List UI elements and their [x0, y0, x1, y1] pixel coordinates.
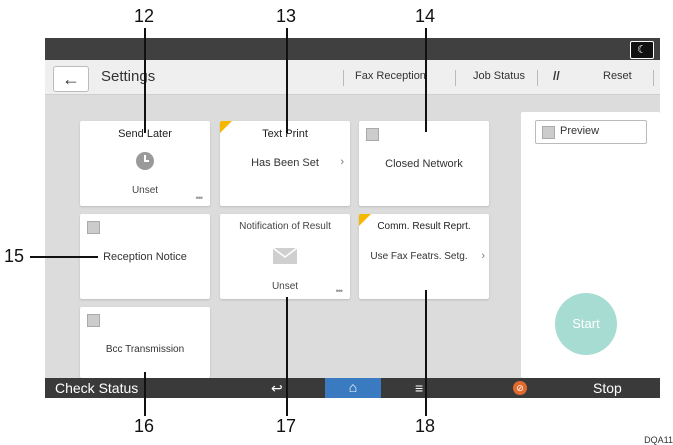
text-print-value: Has Been Set	[251, 157, 319, 169]
preview-panel: Preview Start	[521, 112, 660, 378]
stop-icon: ⊘	[513, 381, 527, 395]
start-button[interactable]: Start	[555, 293, 617, 355]
check-status-button[interactable]: Check Status	[55, 380, 138, 396]
callout-18: 18	[414, 416, 436, 436]
reception-notice-tile[interactable]: Reception Notice	[80, 214, 210, 299]
stop-button[interactable]: Stop	[593, 380, 622, 396]
notification-of-result-title: Notification of Result	[239, 221, 331, 232]
menu-icon[interactable]: ≡	[415, 380, 423, 396]
text-print-title: Text Print	[262, 128, 308, 140]
callout-15: 15	[3, 246, 25, 266]
reception-notice-title: Reception Notice	[103, 251, 187, 263]
reset-button[interactable]: Reset	[603, 70, 632, 82]
envelope-icon	[272, 247, 298, 264]
more-icon: •••	[335, 286, 344, 296]
fax-reception-button[interactable]: Fax Reception	[355, 70, 426, 82]
figure-code: DQA11	[644, 435, 673, 445]
leader-line-13	[286, 28, 288, 133]
bcc-transmission-title: Bcc Transmission	[105, 344, 185, 355]
text-print-tile[interactable]: Text Print Has Been Set ›	[220, 121, 350, 206]
divider	[537, 70, 538, 86]
clock-icon	[136, 152, 154, 170]
callout-12: 12	[133, 6, 155, 26]
leader-line-14	[425, 28, 427, 132]
closed-network-tile[interactable]: Closed Network	[359, 121, 489, 206]
chevron-right-icon: ›	[481, 250, 485, 262]
notification-of-result-value: Unset	[271, 281, 299, 292]
leader-line-16	[144, 372, 146, 416]
night-mode-button[interactable]: ☾	[630, 41, 654, 59]
settings-header: ← Settings Fax Reception Job Status // R…	[45, 60, 660, 95]
divider	[343, 70, 344, 86]
leader-line-12	[144, 28, 146, 133]
bottom-bar: Check Status ↩ ⌂ ≡ ⊘ Stop	[45, 378, 660, 398]
callout-13: 13	[275, 6, 297, 26]
send-later-value: Unset	[131, 185, 159, 196]
home-icon: ⌂	[348, 379, 358, 395]
preview-label: Preview	[560, 125, 600, 137]
send-later-tile[interactable]: Send Later Unset •••	[80, 121, 210, 206]
leader-line-17	[286, 297, 288, 416]
page-title: Settings	[101, 68, 156, 85]
moon-icon: ☾	[637, 44, 647, 56]
bcc-transmission-tile[interactable]: Bcc Transmission	[80, 307, 210, 378]
back-button[interactable]: ←	[53, 66, 89, 92]
start-label: Start	[572, 316, 600, 331]
bcc-transmission-checkbox[interactable]	[87, 314, 100, 327]
top-status-bar: ☾	[45, 38, 660, 60]
back-arrow-icon: ←	[62, 69, 80, 89]
preview-checkbox[interactable]	[542, 126, 555, 139]
callout-14: 14	[414, 6, 436, 26]
closed-network-checkbox[interactable]	[366, 128, 379, 141]
comm-result-report-title: Comm. Result Reprt.	[377, 221, 471, 232]
comm-result-report-value: Use Fax Featrs. Setg.	[370, 251, 468, 262]
settings-screen: ☾ ← Settings Fax Reception Job Status //…	[45, 38, 660, 398]
leader-line-18	[425, 290, 427, 416]
more-icon: •••	[195, 193, 204, 203]
home-button[interactable]: ⌂	[325, 378, 381, 398]
return-icon[interactable]: ↩	[271, 380, 283, 397]
leader-line-15	[30, 256, 98, 258]
preview-button[interactable]: Preview	[535, 120, 647, 144]
callout-16: 16	[133, 416, 155, 436]
divider	[455, 70, 456, 86]
reset-icon: //	[553, 69, 560, 83]
notification-of-result-tile[interactable]: Notification of Result Unset •••	[220, 214, 350, 299]
job-status-button[interactable]: Job Status	[473, 70, 525, 82]
reception-notice-checkbox[interactable]	[87, 221, 100, 234]
callout-17: 17	[275, 416, 297, 436]
closed-network-title: Closed Network	[385, 158, 463, 170]
divider	[653, 70, 654, 86]
chevron-right-icon: ›	[340, 156, 344, 168]
comm-result-report-tile[interactable]: Comm. Result Reprt. Use Fax Featrs. Setg…	[359, 214, 489, 299]
